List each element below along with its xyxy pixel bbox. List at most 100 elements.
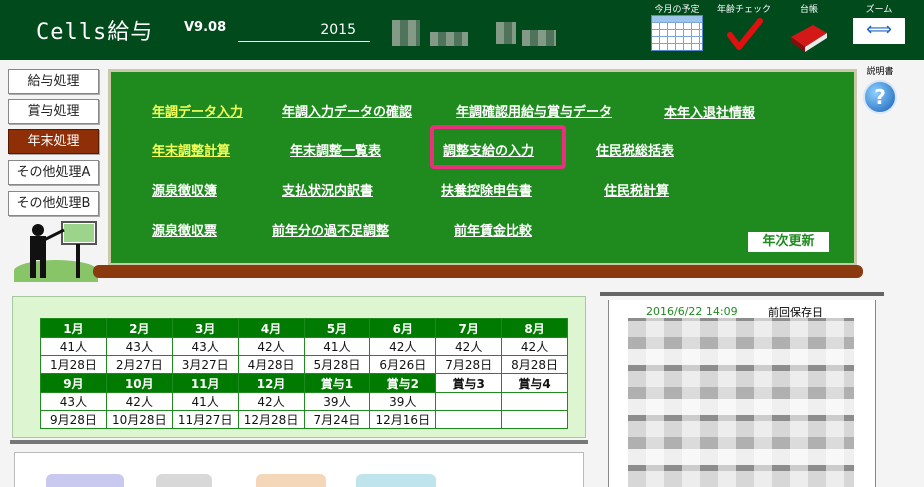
sidebar-item-bonus[interactable]: 賞与処理 xyxy=(8,99,99,124)
employee-count: 39人 xyxy=(369,392,437,411)
payment-date: 6月26日 xyxy=(369,355,437,374)
payment-date: 1月28日 xyxy=(40,355,107,374)
app-title: Cells給与 xyxy=(36,20,154,45)
employee-count: 42人 xyxy=(501,337,568,356)
payment-date: 12月16日 xyxy=(369,410,437,429)
panel-top-rule xyxy=(600,292,884,296)
checkmark-icon xyxy=(727,18,763,50)
bonus-header: 賞与2 xyxy=(369,373,437,393)
sidebar-item-year-end[interactable]: 年末処理 xyxy=(8,129,99,154)
menu-withholding-book[interactable]: 源泉徴収簿 xyxy=(152,180,217,199)
employee-count: 42人 xyxy=(369,337,437,356)
month-header: 9月 xyxy=(40,373,107,393)
payment-date: 7月24日 xyxy=(303,410,371,429)
board-ledge xyxy=(93,265,863,278)
payment-date: 12月28日 xyxy=(237,410,305,429)
calendar-button[interactable]: 今月の予定 xyxy=(648,2,706,51)
bonus-header: 賞与1 xyxy=(303,373,371,393)
employee-count: 42人 xyxy=(237,392,305,411)
company-name-redacted xyxy=(392,20,420,46)
month-header: 1月 xyxy=(40,318,107,338)
shortcut-icon[interactable] xyxy=(256,474,326,487)
employee-count xyxy=(435,392,503,411)
bonus-header: 賞与4 xyxy=(501,373,568,393)
menu-prior-year-wage-compare[interactable]: 前年賃金比較 xyxy=(454,220,532,239)
employee-count: 43人 xyxy=(40,392,107,411)
menu-year-end-data-entry[interactable]: 年調データ入力 xyxy=(152,101,243,120)
sidebar-item-other-b[interactable]: その他処理B xyxy=(8,191,99,216)
menu-resident-tax-calc[interactable]: 住民税計算 xyxy=(604,180,669,199)
month-header: 5月 xyxy=(303,318,371,338)
payment-date: 2月27日 xyxy=(105,355,173,374)
menu-year-end-list[interactable]: 年末調整一覧表 xyxy=(290,140,381,159)
shortcut-icon[interactable] xyxy=(46,474,124,487)
zoom-label: ズーム xyxy=(865,5,893,15)
employee-count: 43人 xyxy=(171,337,239,356)
version-label: V9.08 xyxy=(184,20,227,35)
payment-date xyxy=(435,410,503,429)
payment-date: 3月27日 xyxy=(171,355,239,374)
shortcut-icon[interactable] xyxy=(156,474,212,487)
help-label: 説明書 xyxy=(866,67,894,77)
company-name-redacted xyxy=(430,32,468,46)
zoom-button[interactable]: ズーム ⟺ xyxy=(850,2,908,44)
month-header: 10月 xyxy=(105,373,173,393)
employee-count: 41人 xyxy=(40,337,107,356)
menu-dependent-deduction[interactable]: 扶養控除申告書 xyxy=(441,180,532,199)
payment-date: 5月28日 xyxy=(303,355,371,374)
month-header: 6月 xyxy=(369,318,437,338)
menu-payment-breakdown[interactable]: 支払状況内訳書 xyxy=(282,180,373,199)
calendar-icon xyxy=(651,15,703,51)
employee-count: 41人 xyxy=(171,392,239,411)
age-check-label: 年齢チェック xyxy=(716,5,771,15)
employee-count: 42人 xyxy=(237,337,305,356)
menu-withholding-slip[interactable]: 源泉徴収票 xyxy=(152,220,217,239)
user-name-redacted xyxy=(496,22,516,44)
redacted-records xyxy=(628,318,854,487)
employee-count: 41人 xyxy=(303,337,371,356)
question-icon: ? xyxy=(863,80,897,114)
ledger-label: 台帳 xyxy=(799,5,818,15)
month-header: 7月 xyxy=(435,318,503,338)
teacher-icon xyxy=(30,221,97,278)
month-header: 4月 xyxy=(237,318,305,338)
employee-count: 39人 xyxy=(303,392,371,411)
month-header: 8月 xyxy=(501,318,568,338)
menu-salary-bonus-data[interactable]: 年調確認用給与賞与データ xyxy=(456,101,612,120)
sidebar-item-payroll[interactable]: 給与処理 xyxy=(8,69,99,94)
age-check-button[interactable]: 年齢チェック xyxy=(714,2,774,55)
year-update-button[interactable]: 年次更新 xyxy=(748,232,829,252)
employee-count: 42人 xyxy=(105,392,173,411)
menu-resident-tax-summary[interactable]: 住民税総括表 xyxy=(596,140,674,159)
payment-date: 7月28日 xyxy=(435,355,503,374)
menu-prior-year-adjustment[interactable]: 前年分の過不足調整 xyxy=(272,220,389,239)
ledger-button[interactable]: 台帳 xyxy=(784,2,834,55)
payment-date xyxy=(501,410,568,429)
app-header: Cells給与 V9.08 2015 今月の予定 年齢チェック 台帳 ズーム ⟺ xyxy=(0,0,924,60)
employee-count xyxy=(501,392,568,411)
last-save-datetime: 2016/6/22 14:09 xyxy=(646,305,738,318)
year-field[interactable]: 2015 xyxy=(238,22,370,42)
payment-date: 4月28日 xyxy=(237,355,305,374)
menu-year-end-entry-check[interactable]: 年調入力データの確認 xyxy=(282,101,412,120)
menu-join-leave-info[interactable]: 本年入退社情報 xyxy=(664,102,755,121)
calendar-label: 今月の予定 xyxy=(654,5,700,15)
payment-date: 10月28日 xyxy=(105,410,173,429)
payment-date: 11月27日 xyxy=(171,410,239,429)
month-header: 12月 xyxy=(237,373,305,393)
month-header: 2月 xyxy=(105,318,173,338)
sidebar-item-other-a[interactable]: その他処理A xyxy=(8,160,99,185)
panel-separator xyxy=(10,440,588,444)
bonus-header: 賞与3 xyxy=(435,373,503,393)
month-header: 11月 xyxy=(171,373,239,393)
ledger-book-icon xyxy=(791,25,827,52)
menu-year-end-calc[interactable]: 年末調整計算 xyxy=(152,140,230,159)
help-button[interactable]: 説明書 ? xyxy=(862,64,898,114)
user-name-redacted xyxy=(522,30,556,46)
shortcut-icon[interactable] xyxy=(356,474,436,487)
selection-highlight xyxy=(430,125,566,169)
payment-date: 8月28日 xyxy=(501,355,568,374)
payment-date: 9月28日 xyxy=(40,410,107,429)
employee-count: 42人 xyxy=(435,337,503,356)
zoom-arrows-icon: ⟺ xyxy=(853,18,905,44)
